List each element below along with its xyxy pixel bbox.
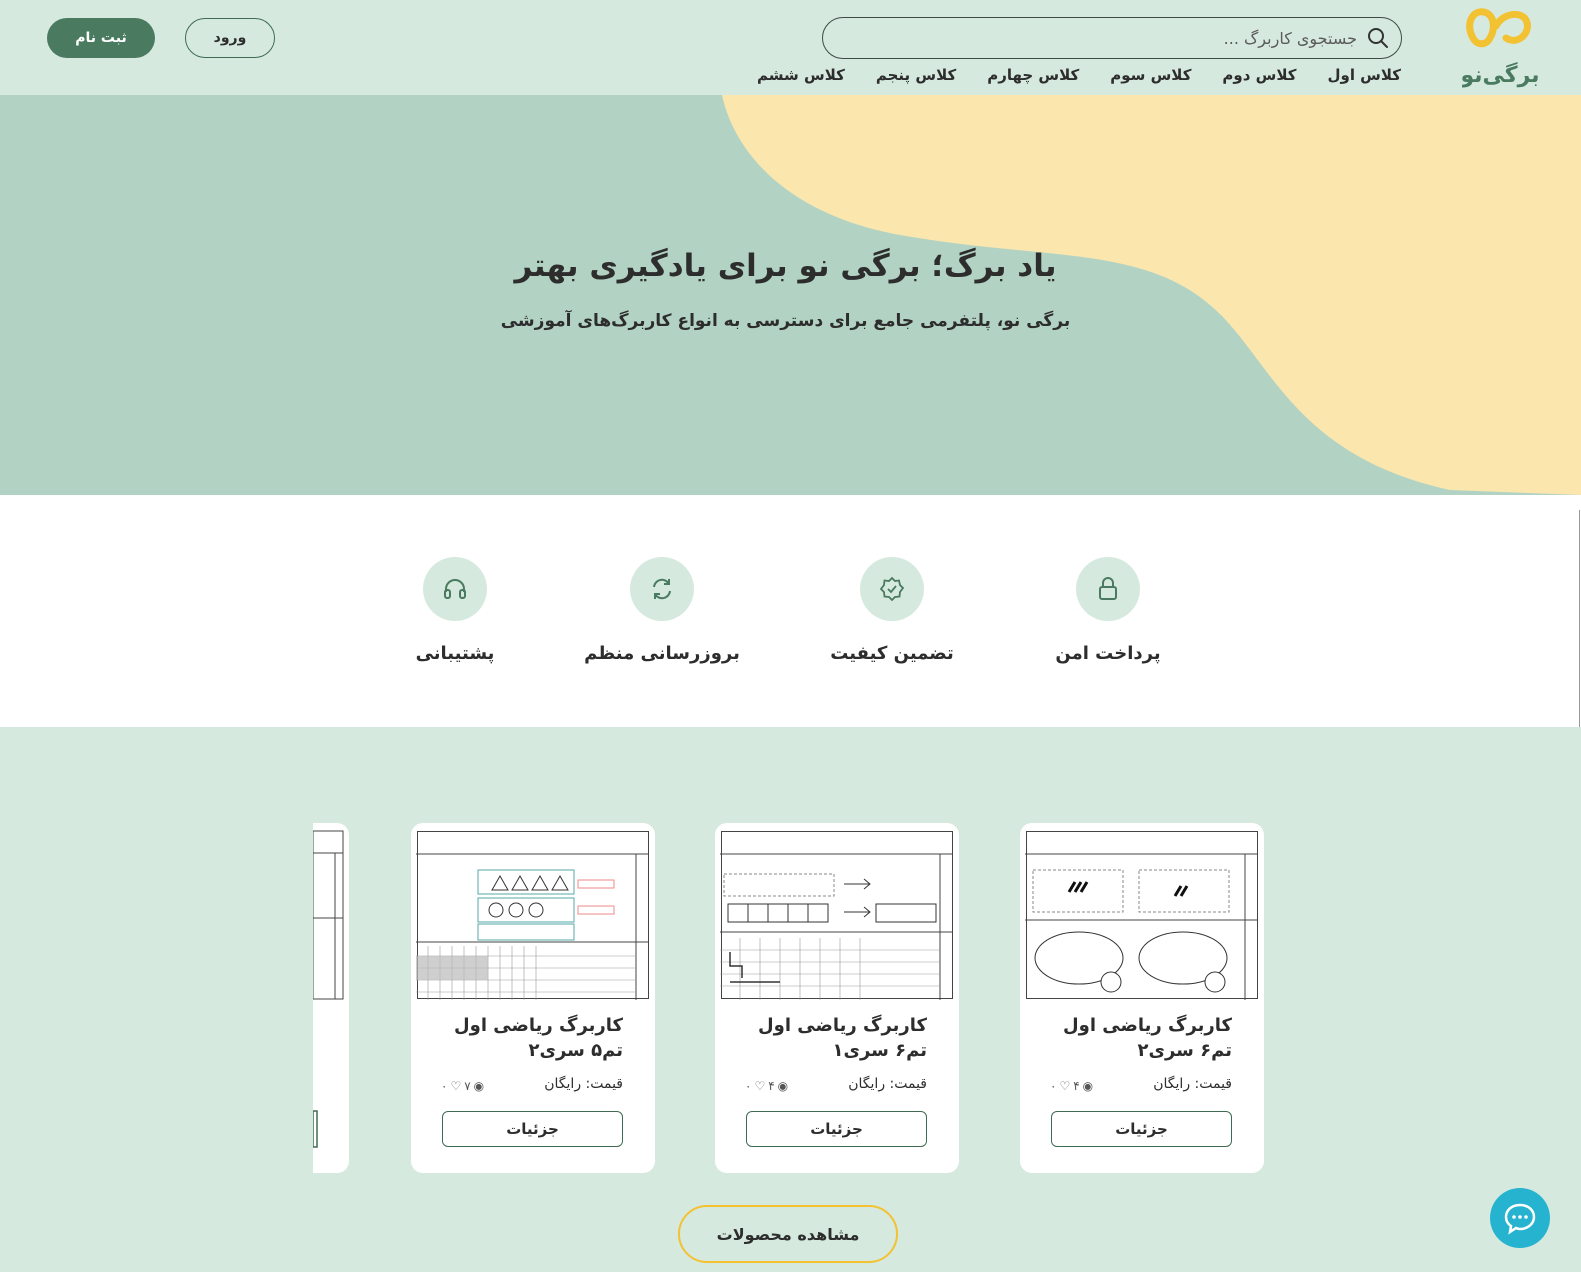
worksheet-thumbnail (416, 831, 649, 1000)
signup-button[interactable]: ثبت نام (47, 18, 155, 58)
hero-title: یاد برگ؛ برگی نو برای یادگیری بهتر (514, 248, 1057, 284)
refresh-icon (630, 557, 694, 621)
feature-updates: بروزرسانی منظم (562, 557, 762, 664)
logo-text: برگی‌نو (1462, 61, 1538, 88)
product-card[interactable]: کاربرگ ریاضی اول تم۵ سری۲ قیمت: رایگان ۰… (411, 823, 655, 1173)
site-header: برگی‌نو کلاس اول کلاس دوم کلاس سوم کلاس … (0, 0, 1581, 95)
view-products-button[interactable]: مشاهده محصولات (678, 1205, 898, 1263)
details-button[interactable]: جزئیات (442, 1111, 623, 1147)
views-count: ۴ (768, 1079, 775, 1093)
feature-support: پشتیبانی (355, 557, 555, 664)
feature-secure-payment: پرداخت امن (1008, 557, 1208, 664)
product-price: قیمت: رایگان (1153, 1076, 1232, 1092)
worksheet-thumbnail (720, 831, 953, 1000)
search-icon[interactable] (1365, 26, 1389, 50)
hero-subtitle: برگی نو، پلتفرمی جامع برای دسترسی به انو… (500, 311, 1071, 331)
product-price: قیمت: رایگان (544, 1076, 623, 1092)
product-price: قیمت: رایگان (848, 1076, 927, 1092)
nav-grade-6[interactable]: کلاس ششم (757, 66, 845, 90)
product-title[interactable]: کاربرگ ریاضی اول تم۶ سری۱ (737, 1013, 927, 1063)
products-section: کاربرگ ریاضی اول تم۵ سری۲ قیمت: رایگان ۰… (0, 727, 1581, 1272)
product-title[interactable]: کاربرگ ریاضی اول تم۶ سری۲ (1042, 1013, 1232, 1063)
eye-icon: ◉ (777, 1079, 789, 1093)
worksheet-thumbnail (1025, 831, 1258, 1000)
product-card[interactable]: کاربرگ ریاضی اول تم۶ سری۱ قیمت: رایگان ۰… (715, 823, 959, 1173)
badge-check-icon (860, 557, 924, 621)
nav-grade-3[interactable]: کلاس سوم (1110, 66, 1191, 90)
nav-grade-1[interactable]: کلاس اول (1327, 66, 1401, 90)
views-count: ۷ (464, 1079, 471, 1093)
feature-quality: تضمین کیفیت (792, 557, 992, 664)
feature-label: بروزرسانی منظم (584, 643, 740, 664)
heart-icon[interactable]: ♡ (450, 1079, 461, 1093)
headset-icon (423, 557, 487, 621)
nav-grade-5[interactable]: کلاس پنجم (876, 66, 956, 90)
eye-icon: ◉ (1082, 1079, 1094, 1093)
heart-icon[interactable]: ♡ (1059, 1079, 1070, 1093)
scrollbar-edge (1579, 510, 1580, 730)
product-card[interactable]: کاربرگ ریاضی اول تم۶ سری۲ قیمت: رایگان ۰… (1020, 823, 1264, 1173)
features-section: پرداخت امن تضمین کیفیت بروزرسانی منظم پش… (0, 495, 1581, 727)
search-input[interactable] (839, 28, 1357, 48)
lock-icon (1076, 557, 1140, 621)
search-bar[interactable] (822, 17, 1402, 59)
likes-count: ۰ (1050, 1079, 1057, 1093)
likes-count: ۰ (745, 1079, 752, 1093)
login-button[interactable]: ورود (185, 18, 275, 58)
product-card-partial[interactable] (313, 823, 349, 1173)
hero-blob-shape (722, 95, 1581, 495)
nav-grade-2[interactable]: کلاس دوم (1222, 66, 1296, 90)
site-logo[interactable]: برگی‌نو (1459, 6, 1540, 90)
details-button[interactable]: جزئیات (746, 1111, 927, 1147)
views-count: ۴ (1073, 1079, 1080, 1093)
product-stats: ۰ ♡ ۴ ◉ (745, 1079, 788, 1093)
details-button[interactable]: جزئیات (1051, 1111, 1232, 1147)
product-stats: ۰ ♡ ۷ ◉ (441, 1079, 484, 1093)
likes-count: ۰ (441, 1079, 448, 1093)
grade-nav: کلاس اول کلاس دوم کلاس سوم کلاس چهارم کل… (757, 66, 1401, 90)
eye-icon: ◉ (473, 1079, 485, 1093)
feature-label: پشتیبانی (415, 643, 495, 664)
chat-icon[interactable] (1490, 1188, 1550, 1248)
hero-section: یاد برگ؛ برگی نو برای یادگیری بهتر برگی … (0, 95, 1581, 495)
feature-label: پرداخت امن (1055, 643, 1161, 664)
nav-grade-4[interactable]: کلاس چهارم (987, 66, 1079, 90)
product-stats: ۰ ♡ ۴ ◉ (1050, 1079, 1093, 1093)
heart-icon[interactable]: ♡ (754, 1079, 765, 1093)
feature-label: تضمین کیفیت (830, 643, 954, 664)
product-title[interactable]: کاربرگ ریاضی اول تم۵ سری۲ (433, 1013, 623, 1063)
